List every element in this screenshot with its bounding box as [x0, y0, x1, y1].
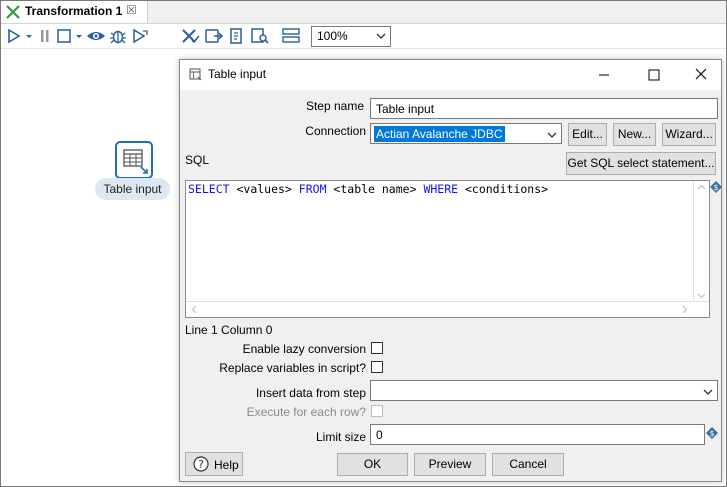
- tab-transformation[interactable]: Transformation 1 ☒: [1, 1, 148, 23]
- sql-keyword-select: SELECT: [188, 182, 230, 196]
- cursor-position-status: Line 1 Column 0: [185, 323, 273, 337]
- help-button[interactable]: ? Help: [185, 452, 243, 476]
- replay-icon[interactable]: [131, 27, 149, 45]
- tab-strip: Transformation 1 ☒: [1, 1, 726, 24]
- svg-text:$: $: [709, 429, 714, 438]
- step-name-label: Step name: [305, 99, 364, 113]
- sql-label: SQL: [185, 153, 210, 167]
- sql-vertical-scrollbar[interactable]: [693, 181, 709, 302]
- run-icon[interactable]: [6, 27, 22, 45]
- tab-title: Transformation 1: [25, 4, 123, 18]
- lazy-conversion-checkbox[interactable]: [371, 342, 383, 354]
- get-sql-select-button[interactable]: Get SQL select statement...: [566, 152, 716, 175]
- step-label[interactable]: Table input: [95, 178, 170, 200]
- new-connection-button[interactable]: New...: [613, 123, 656, 146]
- stop-icon[interactable]: [56, 27, 72, 45]
- ok-button[interactable]: OK: [337, 453, 408, 476]
- chevron-down-icon: [376, 30, 386, 44]
- limit-size-value: 0: [376, 428, 383, 442]
- cancel-button[interactable]: Cancel: [492, 453, 564, 476]
- stop-options-chevron-down-icon[interactable]: [74, 27, 84, 45]
- sql-horizontal-scrollbar[interactable]: [186, 301, 709, 317]
- execute-each-row-label: Execute for each row?: [246, 405, 366, 419]
- separator: [161, 27, 165, 45]
- table-input-dialog: Table input Step name Table input Connec…: [179, 59, 722, 482]
- close-icon[interactable]: ☒: [126, 3, 137, 17]
- limit-size-field[interactable]: 0: [370, 424, 705, 445]
- zoom-select[interactable]: 100%: [311, 26, 391, 47]
- sql-editor[interactable]: SELECT <values> FROM <table name> WHERE …: [185, 180, 710, 318]
- limit-size-label: Limit size: [315, 430, 366, 444]
- dialog-titlebar: Table input: [180, 60, 721, 90]
- sql-keyword-where: WHERE: [423, 182, 459, 196]
- execute-each-row-checkbox[interactable]: [371, 405, 383, 417]
- replace-variables-label: Replace variables in script?: [219, 361, 366, 375]
- zoom-value: 100%: [317, 29, 348, 43]
- sql-table-placeholder: <table name>: [326, 182, 424, 196]
- replace-variables-checkbox[interactable]: [371, 361, 383, 373]
- preview-eye-icon[interactable]: [86, 27, 106, 45]
- sql-script-icon[interactable]: [227, 27, 247, 45]
- sql-keyword-from: FROM: [298, 182, 327, 196]
- edit-connection-button[interactable]: Edit...: [568, 123, 607, 146]
- explore-database-icon[interactable]: [250, 27, 270, 45]
- maximize-icon[interactable]: [643, 66, 665, 84]
- lazy-conversion-label: Enable lazy conversion: [242, 342, 366, 356]
- variable-icon[interactable]: $: [710, 181, 722, 196]
- wizard-button[interactable]: Wizard...: [662, 123, 716, 146]
- close-icon[interactable]: [690, 64, 712, 84]
- transformation-icon: [6, 5, 20, 19]
- sql-conditions-placeholder: <conditions>: [458, 182, 549, 196]
- svg-text:?: ?: [198, 458, 204, 471]
- help-label: Help: [214, 458, 239, 472]
- connection-select[interactable]: Actian Avalanche JDBC: [370, 123, 562, 144]
- show-results-icon[interactable]: [281, 27, 301, 45]
- insert-data-from-step-select[interactable]: [370, 380, 718, 401]
- debug-bug-icon[interactable]: [109, 27, 127, 45]
- chevron-down-icon: [547, 129, 557, 143]
- insert-data-from-step-label: Insert data from step: [255, 386, 366, 400]
- svg-text:$: $: [713, 183, 718, 192]
- step-name-value: Table input: [376, 102, 435, 116]
- run-options-chevron-down-icon[interactable]: [24, 27, 34, 45]
- impact-analysis-icon[interactable]: [204, 27, 224, 45]
- connection-label: Connection: [305, 124, 366, 138]
- sql-values-placeholder: <values>: [229, 182, 299, 196]
- table-icon: [189, 68, 202, 84]
- chevron-down-icon: [703, 386, 713, 400]
- dialog-title: Table input: [208, 67, 267, 81]
- pause-icon[interactable]: [38, 27, 52, 45]
- table-input-step-icon[interactable]: [115, 141, 153, 179]
- toolbar: 100%: [1, 24, 726, 48]
- variable-icon[interactable]: $: [706, 427, 718, 442]
- sql-text: SELECT <values> FROM <table name> WHERE …: [188, 182, 548, 196]
- check-transformation-icon[interactable]: [181, 27, 201, 45]
- minimize-icon[interactable]: [593, 66, 615, 84]
- step-name-field[interactable]: Table input: [370, 98, 718, 119]
- connection-value: Actian Avalanche JDBC: [374, 126, 505, 142]
- preview-button[interactable]: Preview: [414, 453, 486, 476]
- help-icon: ?: [193, 456, 209, 479]
